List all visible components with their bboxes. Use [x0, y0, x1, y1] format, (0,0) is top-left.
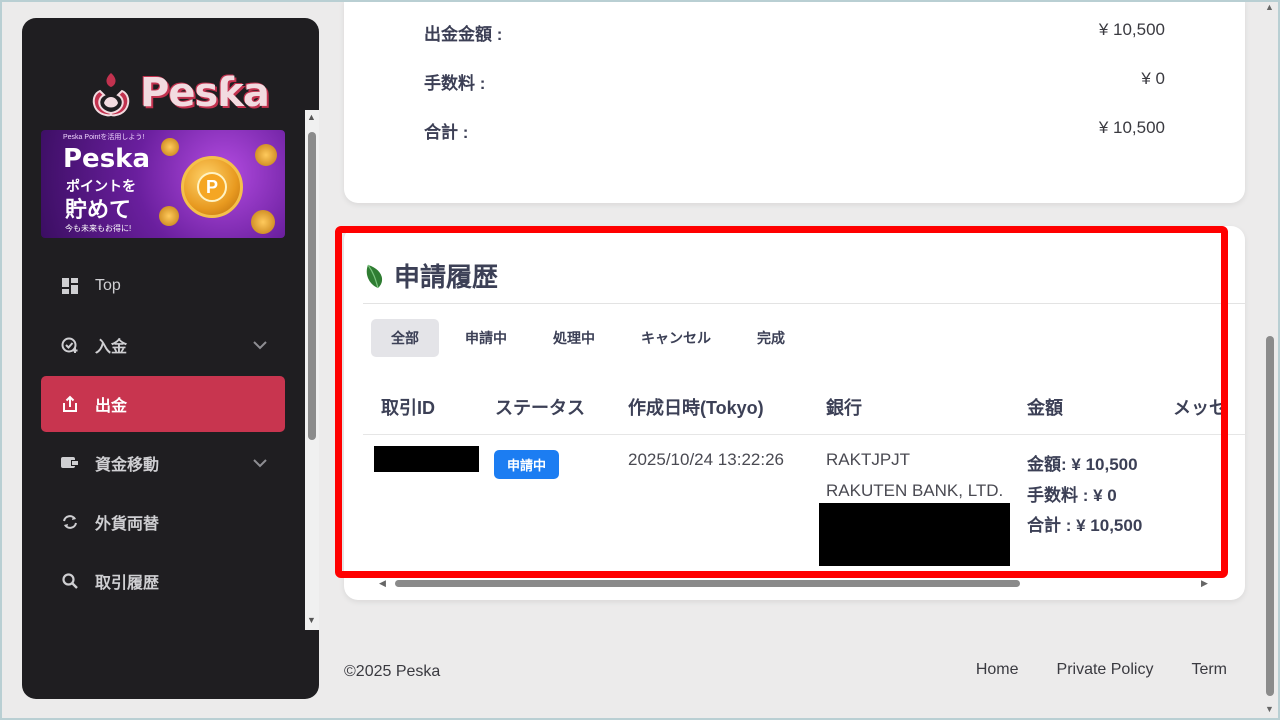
created-datetime: 2025/10/24 13:22:26	[628, 450, 784, 469]
promo-tagline: Peska Pointを活用しよう!	[63, 134, 145, 141]
sidebar-item-label: 入金	[95, 339, 128, 356]
page-scrollbar[interactable]: ▲ ▼	[1263, 0, 1277, 720]
coin-letter: P	[197, 172, 227, 202]
points-promo-banner[interactable]: Peska Pointを活用しよう! Peska ポイントを 貯めて 今も未来も…	[41, 130, 285, 238]
history-title: 申請履歴	[364, 257, 498, 294]
column-header-created[interactable]: 作成日時(Tokyo)	[628, 394, 764, 420]
transfer-icon	[61, 454, 79, 472]
total-label: 合計 :	[1027, 516, 1077, 535]
row-fee: 手数料 : ¥ 0	[1027, 481, 1117, 506]
tab-processing[interactable]: 処理中	[533, 319, 615, 357]
summary-row-fee: 手数料 : ¥ 0	[424, 69, 1165, 93]
brand-logo[interactable]: Pesƙa	[86, 60, 270, 126]
footer-link-home[interactable]: Home	[976, 661, 1019, 679]
promo-title: Peska	[63, 144, 151, 174]
redacted-transaction-id	[374, 446, 479, 472]
footer-links: Home Private Policy Term	[976, 661, 1227, 679]
history-title-text: 申請履歴	[394, 262, 499, 292]
redacted-bank-account	[819, 503, 1010, 566]
divider	[363, 434, 1245, 435]
promo-line-2: 貯めて	[65, 197, 132, 222]
withdraw-summary-card: 出金金額 : ¥ 10,500 手数料 : ¥ 0 合計 : ¥ 10,500	[344, 0, 1245, 203]
sidebar-item-label: 取引履歴	[95, 575, 160, 592]
sidebar-nav: Top 入金 出金 資金移動 外貨両替 取引履歴	[41, 258, 285, 612]
scroll-down-arrow-icon[interactable]: ▼	[307, 615, 316, 625]
tab-completed[interactable]: 完成	[737, 319, 805, 357]
bank-name: RAKUTEN BANK, LTD.	[826, 481, 1004, 500]
coin-icon	[255, 144, 277, 166]
promo-footnote: 今も未来もお得に!	[65, 224, 132, 233]
sidebar-item-history[interactable]: 取引履歴	[41, 553, 285, 609]
application-history-card: 申請履歴 全部 申請中 処理中 キャンセル 完成 取引ID ステータス 作成日時…	[344, 226, 1245, 600]
tab-cancelled[interactable]: キャンセル	[621, 319, 731, 357]
sidebar-item-top[interactable]: Top	[41, 258, 285, 314]
summary-row-amount: 出金金額 : ¥ 10,500	[424, 20, 1165, 44]
tab-pending[interactable]: 申請中	[445, 319, 527, 357]
status-badge: 申請中	[494, 450, 560, 479]
amount-value: ¥ 10,500	[1071, 455, 1138, 474]
summary-value: ¥ 10,500	[1098, 118, 1165, 137]
sidebar-item-deposit[interactable]: 入金	[41, 317, 285, 373]
leaf-icon	[366, 264, 383, 288]
summary-label: 出金金額 :	[424, 25, 503, 44]
exchange-icon	[61, 513, 79, 531]
scroll-up-arrow-icon[interactable]: ▲	[1265, 2, 1274, 12]
summary-row-total: 合計 : ¥ 10,500	[424, 118, 1165, 142]
scrollbar-thumb[interactable]	[1266, 336, 1274, 696]
fee-value: ¥ 0	[1093, 486, 1117, 505]
scroll-down-arrow-icon[interactable]: ▼	[1265, 704, 1274, 714]
sidebar-scrollbar[interactable]: ▲ ▼	[305, 110, 319, 630]
withdraw-icon	[61, 395, 79, 413]
column-header-amount[interactable]: 金額	[1027, 394, 1063, 420]
summary-value: ¥ 10,500	[1098, 20, 1165, 39]
dashboard-icon	[61, 277, 79, 295]
column-header-status[interactable]: ステータス	[495, 394, 585, 420]
scroll-right-arrow-icon[interactable]: ▶	[1201, 578, 1208, 589]
scroll-left-arrow-icon[interactable]: ◀	[379, 578, 386, 589]
scroll-up-arrow-icon[interactable]: ▲	[307, 112, 316, 122]
tab-all[interactable]: 全部	[371, 319, 439, 357]
column-header-transaction-id[interactable]: 取引ID	[381, 394, 435, 420]
deposit-icon	[61, 336, 79, 354]
summary-label: 合計 :	[424, 123, 469, 142]
brand-name: Pesƙa	[140, 70, 270, 116]
total-value: ¥ 10,500	[1076, 516, 1143, 535]
row-amount: 金額: ¥ 10,500	[1027, 450, 1138, 475]
peach-logo-icon	[92, 73, 130, 117]
footer-copyright: ©2025 Peska	[344, 663, 441, 680]
coin-icon	[251, 210, 275, 234]
sidebar-item-transfer[interactable]: 資金移動	[41, 435, 285, 491]
summary-value: ¥ 0	[1141, 69, 1165, 88]
sidebar: Pesƙa Peska Pointを活用しよう! Peska ポイントを 貯めて…	[22, 18, 319, 699]
sidebar-item-label: 外貨両替	[95, 516, 160, 533]
fee-label: 手数料 :	[1027, 486, 1094, 505]
sidebar-item-label: Top	[95, 277, 121, 294]
sidebar-item-label: 出金	[95, 398, 128, 415]
chevron-down-icon[interactable]	[253, 455, 267, 473]
table-horizontal-scrollbar[interactable]: ◀ ▶	[379, 578, 1209, 590]
summary-label: 手数料 :	[424, 74, 486, 93]
search-icon	[61, 572, 79, 590]
coin-icon	[161, 138, 179, 156]
bank-code: RAKTJPJT	[826, 450, 911, 469]
coin-icon: P	[181, 156, 243, 218]
sidebar-item-withdraw[interactable]: 出金	[41, 376, 285, 432]
sidebar-item-label: 資金移動	[95, 457, 160, 474]
status-tabs: 全部 申請中 処理中 キャンセル 完成	[371, 319, 805, 357]
scrollbar-thumb[interactable]	[308, 132, 316, 440]
sidebar-item-exchange[interactable]: 外貨両替	[41, 494, 285, 550]
scrollbar-thumb[interactable]	[395, 580, 1020, 587]
footer-link-privacy-policy[interactable]: Private Policy	[1057, 661, 1154, 679]
divider	[363, 303, 1245, 304]
chevron-down-icon[interactable]	[253, 337, 267, 355]
footer-link-term[interactable]: Term	[1191, 661, 1227, 679]
row-total: 合計 : ¥ 10,500	[1027, 511, 1142, 536]
column-header-message[interactable]: メッセ	[1173, 394, 1227, 420]
column-header-bank[interactable]: 銀行	[826, 394, 862, 420]
amount-label: 金額:	[1027, 455, 1072, 474]
coin-icon	[159, 206, 179, 226]
